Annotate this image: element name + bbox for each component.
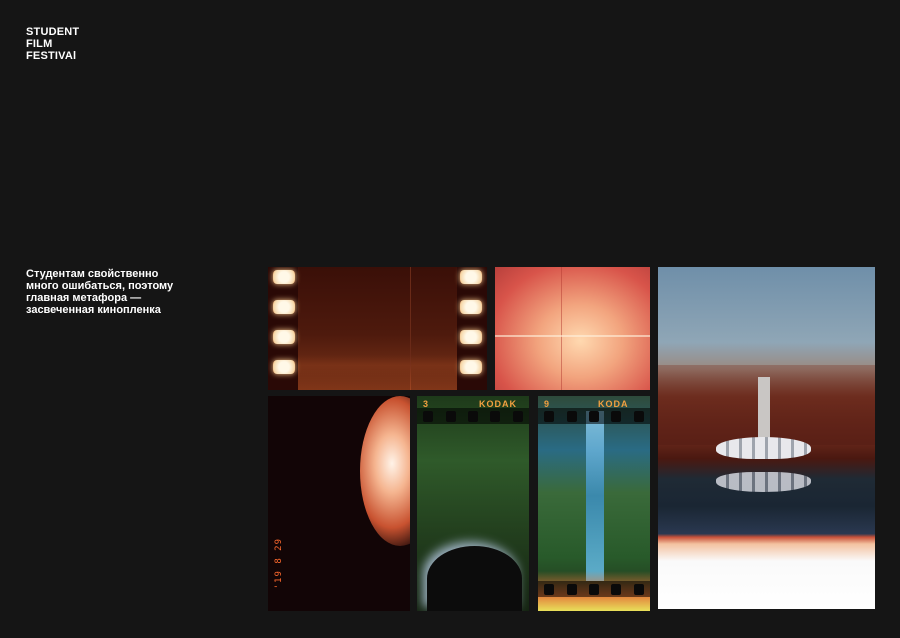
silhouette bbox=[427, 546, 522, 611]
kodak-label: KODA bbox=[598, 399, 629, 409]
film-strip-red-photo bbox=[268, 267, 487, 390]
title-line-3: FESTIVAl bbox=[26, 50, 77, 62]
sprocket-hole bbox=[273, 360, 295, 374]
sprocket-hole bbox=[460, 360, 482, 374]
light-streak bbox=[495, 335, 650, 337]
frame-number: 9 bbox=[544, 399, 550, 409]
fountain-reflection bbox=[716, 472, 811, 492]
description-text: Студентам свойственно много ошибаться, п… bbox=[26, 268, 174, 316]
title-line-2: FILM bbox=[26, 38, 53, 50]
light-leak-photo bbox=[495, 267, 650, 390]
date-stamp: '19 8 29 bbox=[274, 537, 284, 589]
sprocket-hole bbox=[273, 330, 295, 344]
sprocket-row bbox=[538, 408, 650, 424]
fountain-landscape-photo bbox=[658, 267, 875, 609]
light-glow bbox=[298, 355, 457, 390]
sprocket-row bbox=[417, 408, 529, 424]
fountain-pillar bbox=[758, 377, 770, 442]
kodak-film-strip-photo: 3 KODAK bbox=[417, 396, 529, 611]
kodak-film-strip-photo: 9 KODA bbox=[538, 396, 650, 611]
sprocket-hole bbox=[273, 300, 295, 314]
dark-flare-photo: '19 8 29 bbox=[268, 396, 410, 611]
festival-title: STUDENT FILM FESTIVAl bbox=[26, 26, 79, 62]
sprocket-hole bbox=[460, 270, 482, 284]
title-line-1: STUDENT bbox=[26, 26, 80, 38]
sprocket-row bbox=[538, 581, 650, 597]
sprocket-hole bbox=[273, 270, 295, 284]
scratch-line bbox=[561, 267, 562, 390]
sprocket-hole bbox=[460, 330, 482, 344]
frame-number: 3 bbox=[423, 399, 429, 409]
blue-streak bbox=[586, 411, 604, 581]
kodak-label: KODAK bbox=[479, 399, 517, 409]
orange-flare bbox=[360, 396, 410, 546]
fountain bbox=[716, 437, 811, 459]
sprocket-hole bbox=[460, 300, 482, 314]
